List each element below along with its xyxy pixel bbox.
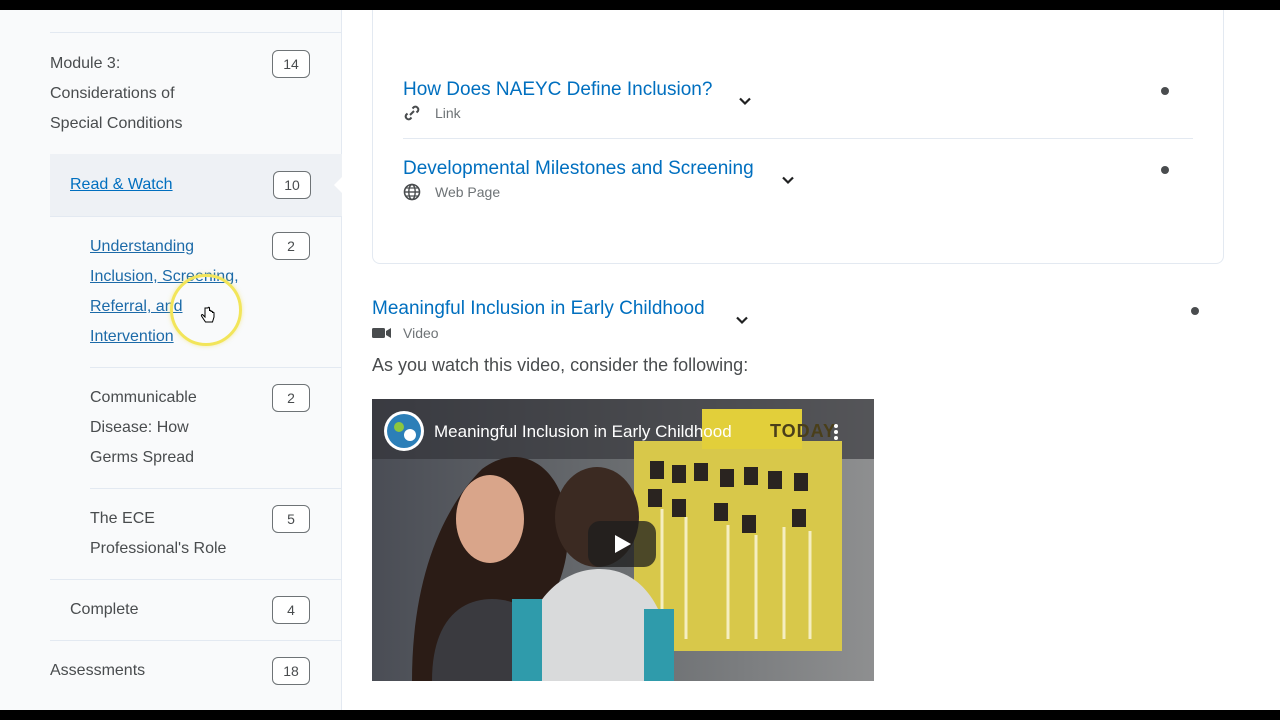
video-menu-icon[interactable]	[824, 417, 848, 447]
topic-count-badge: 2	[272, 232, 310, 260]
video-camera-icon	[372, 328, 391, 338]
topics-card: How Does NAEYC Define Inclusion? Link De…	[372, 10, 1224, 264]
topic-title-line-3: Germs Spread	[90, 449, 195, 466]
status-dot	[1161, 166, 1169, 174]
content-sidebar: Module 3: Considerations of Special Cond…	[0, 10, 342, 710]
video-player[interactable]: TODAY Meaningful Inclusion in Early Chil…	[372, 399, 874, 681]
sidebar-divider	[90, 367, 342, 368]
content-main: How Does NAEYC Define Inclusion? Link De…	[342, 10, 1280, 710]
topic-title-line-2: Professional's Role	[90, 540, 227, 557]
complete-count-badge: 4	[272, 596, 310, 624]
play-button[interactable]	[588, 521, 656, 567]
chevron-down-icon[interactable]	[739, 95, 751, 107]
assessments-count-badge: 18	[272, 657, 310, 685]
sidebar-divider	[50, 640, 342, 641]
topic-count-badge: 5	[272, 505, 310, 533]
topic-title-line-1: Communicable	[90, 389, 197, 406]
module-title-line-1: Module 3:	[50, 55, 121, 72]
hand-cursor-icon	[200, 306, 215, 323]
video-description: As you watch this video, consider the fo…	[372, 355, 749, 375]
topic-title-line-3[interactable]: Referral, and	[90, 292, 183, 322]
chevron-down-icon[interactable]	[782, 174, 794, 186]
sidebar-item-label: Complete	[70, 601, 139, 618]
item-divider	[403, 138, 1193, 139]
topic-count-badge: 2	[272, 384, 310, 412]
sidebar-item-read-watch[interactable]: Read & Watch 10	[50, 154, 342, 216]
topic-title-line-1: The ECE	[90, 510, 155, 527]
globe-icon	[403, 183, 421, 201]
sidebar-divider	[90, 488, 342, 489]
sidebar-item-label: Assessments	[50, 662, 146, 679]
sidebar-divider	[50, 32, 342, 33]
app-frame: Module 3: Considerations of Special Cond…	[0, 10, 1280, 710]
chevron-down-icon[interactable]	[736, 314, 748, 326]
topic-title-line-4[interactable]: Intervention	[90, 322, 174, 352]
status-dot	[1191, 307, 1199, 315]
item-type-label: Link	[435, 105, 461, 121]
read-watch-count-badge: 10	[273, 171, 311, 199]
status-dot	[1161, 87, 1169, 95]
module-count-badge: 14	[272, 50, 310, 78]
topic-title-line-1[interactable]: Understanding	[90, 232, 194, 262]
sidebar-divider	[50, 579, 342, 580]
item-type-label: Web Page	[435, 184, 501, 200]
sidebar-item-label[interactable]: Read & Watch	[70, 170, 173, 200]
sidebar-divider	[50, 216, 342, 217]
module-title-line-2: Considerations of	[50, 85, 175, 102]
item-title-link[interactable]: How Does NAEYC Define Inclusion?	[403, 79, 712, 101]
topic-title-line-2: Disease: How	[90, 419, 189, 436]
active-indicator	[334, 177, 342, 193]
module-title-line-3: Special Conditions	[50, 115, 183, 132]
link-icon	[404, 105, 420, 121]
item-title-link[interactable]: Meaningful Inclusion in Early Childhood	[372, 298, 705, 320]
video-title[interactable]: Meaningful Inclusion in Early Childhood	[434, 422, 732, 442]
item-title-link[interactable]: Developmental Milestones and Screening	[403, 158, 754, 180]
item-type-label: Video	[403, 325, 439, 341]
